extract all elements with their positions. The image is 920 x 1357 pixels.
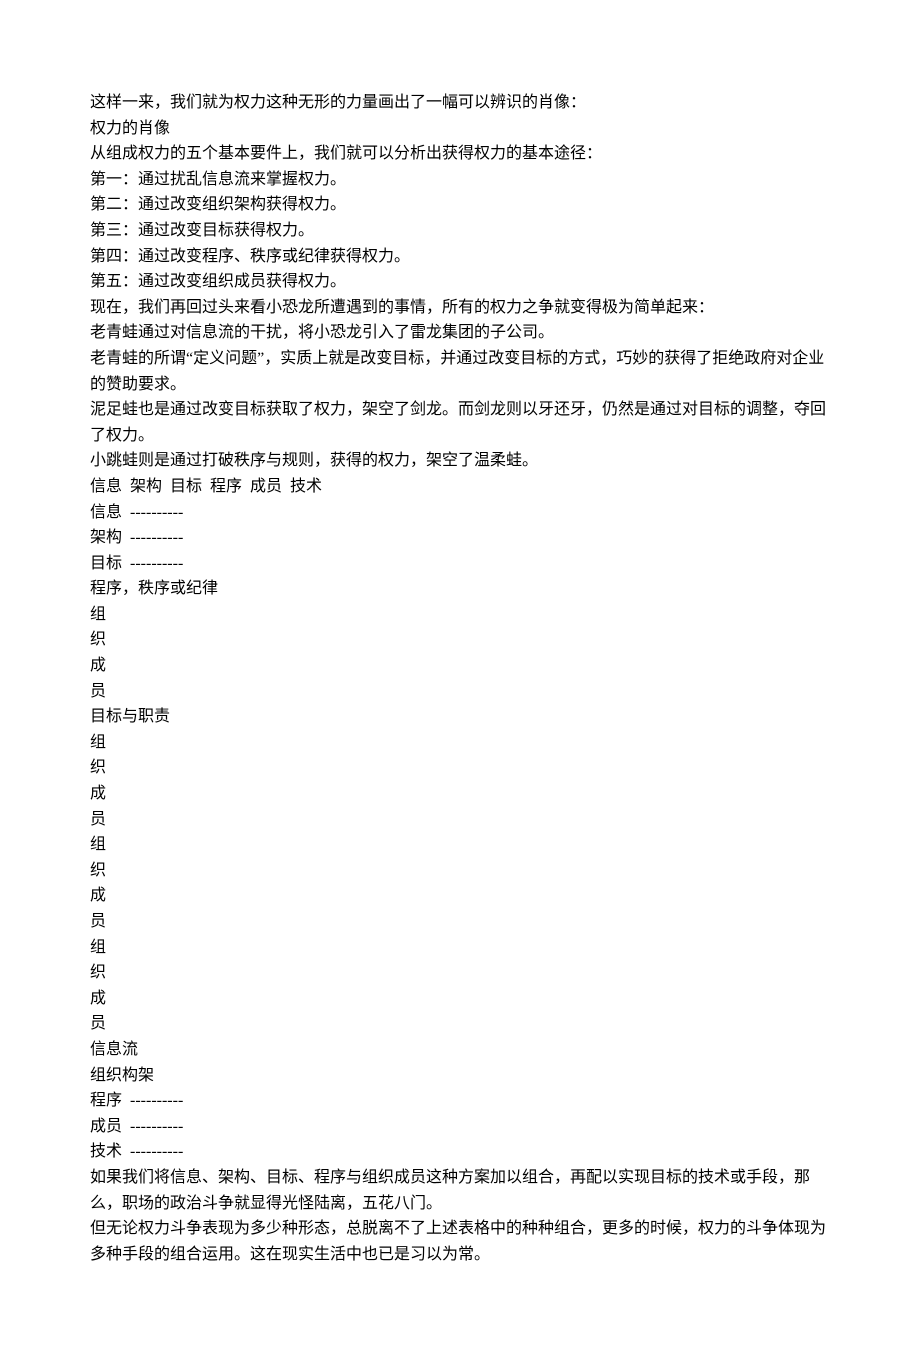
body-line: 织 [90, 627, 830, 653]
body-line: 技术 ---------- [90, 1139, 830, 1165]
body-line: 第四：通过改变程序、秩序或纪律获得权力。 [90, 244, 830, 270]
body-line: 第三：通过改变目标获得权力。 [90, 218, 830, 244]
body-line: 程序，秩序或纪律 [90, 576, 830, 602]
body-line: 成员 ---------- [90, 1114, 830, 1140]
body-line: 如果我们将信息、架构、目标、程序与组织成员这种方案加以组合，再配以实现目标的技术… [90, 1165, 830, 1216]
body-line: 泥足蛙也是通过改变目标获取了权力，架空了剑龙。而剑龙则以牙还牙，仍然是通过对目标… [90, 397, 830, 448]
body-line: 员 [90, 679, 830, 705]
body-line: 目标与职责 [90, 704, 830, 730]
body-line: 老青蛙的所谓“定义问题”，实质上就是改变目标，并通过改变目标的方式，巧妙的获得了… [90, 346, 830, 397]
body-line: 员 [90, 1011, 830, 1037]
body-line: 目标 ---------- [90, 551, 830, 577]
document-page: 这样一来，我们就为权力这种无形的力量画出了一幅可以辨识的肖像： 权力的肖像 从组… [0, 0, 920, 1357]
body-line: 织 [90, 755, 830, 781]
body-line: 组 [90, 602, 830, 628]
body-line: 第五：通过改变组织成员获得权力。 [90, 269, 830, 295]
body-line: 信息流 [90, 1037, 830, 1063]
body-line: 现在，我们再回过头来看小恐龙所遭遇到的事情，所有的权力之争就变得极为简单起来： [90, 295, 830, 321]
body-line: 小跳蛙则是通过打破秩序与规则，获得的权力，架空了温柔蛙。 [90, 448, 830, 474]
body-line: 程序 ---------- [90, 1088, 830, 1114]
body-line: 织 [90, 858, 830, 884]
body-line: 第一：通过扰乱信息流来掌握权力。 [90, 167, 830, 193]
body-line: 这样一来，我们就为权力这种无形的力量画出了一幅可以辨识的肖像： [90, 90, 830, 116]
body-line: 组织构架 [90, 1063, 830, 1089]
body-line: 成 [90, 653, 830, 679]
body-line: 从组成权力的五个基本要件上，我们就可以分析出获得权力的基本途径： [90, 141, 830, 167]
body-line: 织 [90, 960, 830, 986]
body-line: 权力的肖像 [90, 116, 830, 142]
body-line: 信息 ---------- [90, 500, 830, 526]
body-line: 组 [90, 832, 830, 858]
body-line: 老青蛙通过对信息流的干扰，将小恐龙引入了雷龙集团的子公司。 [90, 320, 830, 346]
body-line: 组 [90, 935, 830, 961]
body-line: 员 [90, 909, 830, 935]
body-line: 第二：通过改变组织架构获得权力。 [90, 192, 830, 218]
body-line: 架构 ---------- [90, 525, 830, 551]
body-line: 信息 架构 目标 程序 成员 技术 [90, 474, 830, 500]
body-line: 成 [90, 986, 830, 1012]
body-line: 成 [90, 781, 830, 807]
body-line: 成 [90, 883, 830, 909]
body-line: 员 [90, 807, 830, 833]
body-line: 但无论权力斗争表现为多少种形态，总脱离不了上述表格中的种种组合，更多的时候，权力… [90, 1216, 830, 1267]
body-line: 组 [90, 730, 830, 756]
